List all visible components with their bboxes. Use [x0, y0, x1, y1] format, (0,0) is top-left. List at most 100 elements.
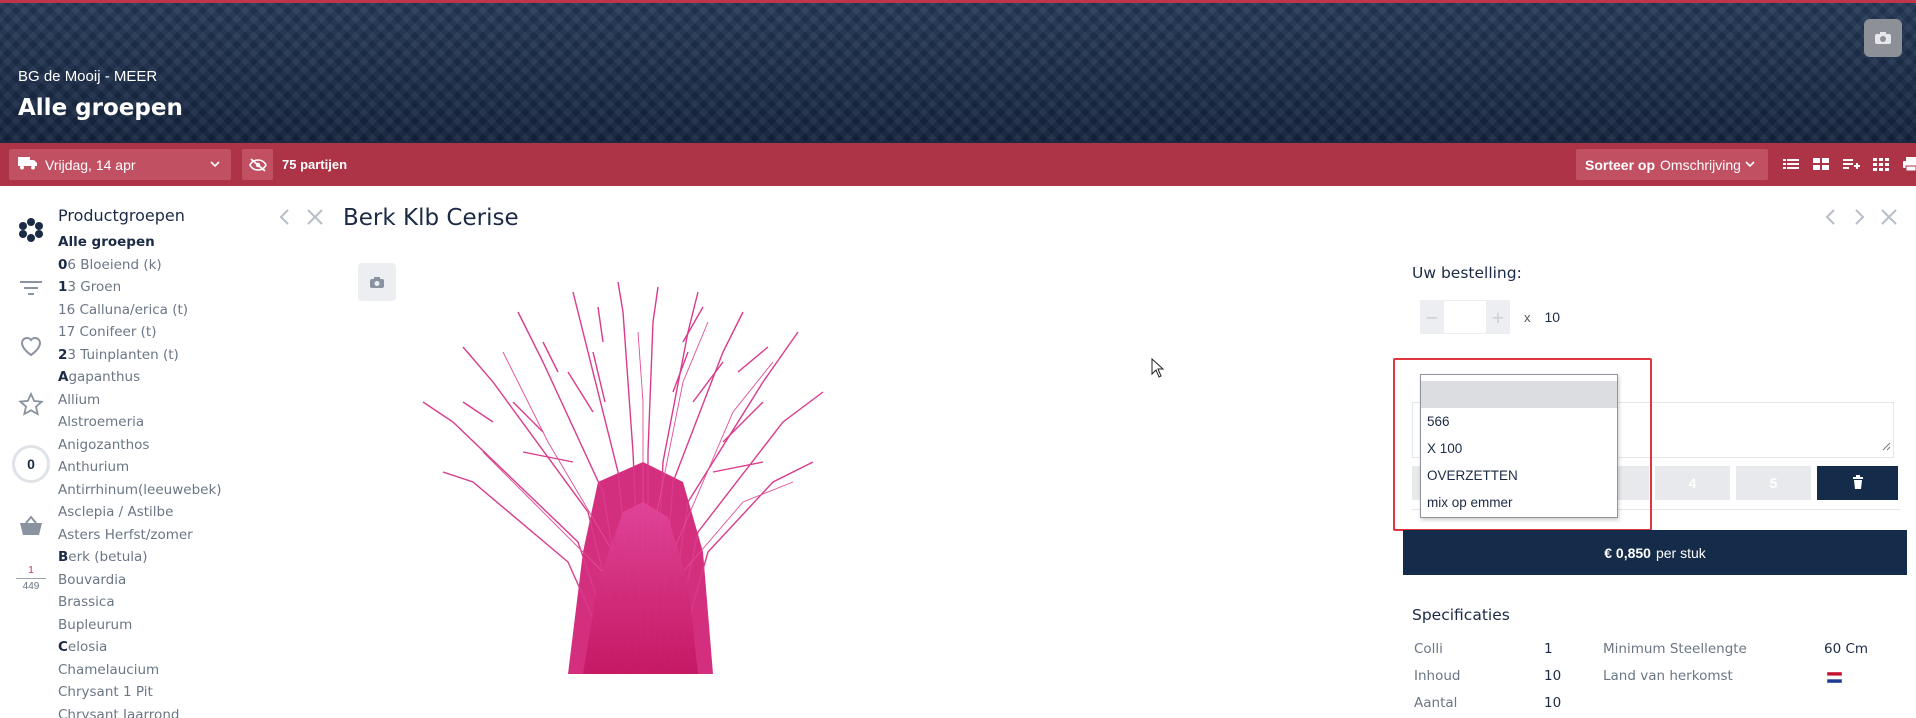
group-item[interactable]: Asclepia / Astilbe	[58, 501, 278, 524]
delete-button[interactable]	[1817, 466, 1898, 500]
dropdown-option-blank[interactable]	[1421, 381, 1617, 408]
basket-icon[interactable]	[13, 508, 49, 544]
qty-minus-button[interactable]: −	[1420, 300, 1444, 334]
heart-icon[interactable]	[13, 328, 49, 364]
group-item[interactable]: Brassica	[58, 591, 278, 614]
chevron-right-icon[interactable]	[1852, 208, 1866, 230]
group-item-label: Allium	[58, 391, 101, 408]
group-item[interactable]: 17 Conifeer (t)	[58, 321, 278, 344]
group-item[interactable]: Chrysant 1 Pit	[58, 681, 278, 704]
toolbar: Vrijdag, 14 apr 75 partijen Sorteer op O…	[0, 143, 1916, 186]
spec-label: Land van herkomst	[1603, 668, 1733, 684]
product-image	[343, 252, 979, 674]
group-nav	[278, 208, 324, 230]
grid-view-icon[interactable]	[1812, 156, 1830, 172]
group-item-label: Alstroemeria	[58, 414, 145, 430]
add-list-icon[interactable]	[1842, 156, 1860, 172]
group-item-label: Anthurium	[58, 459, 130, 475]
page-title: Alle groepen	[18, 95, 183, 121]
quick-button-5[interactable]: 5	[1736, 466, 1811, 500]
chevron-down-icon	[1744, 157, 1756, 173]
group-item-label: Chamelaucium	[58, 661, 160, 678]
group-item[interactable]: 16 Calluna/erica (t)	[58, 299, 278, 322]
group-item[interactable]: Chamelaucium	[58, 659, 278, 682]
hide-eye-icon[interactable]	[242, 149, 273, 180]
group-item[interactable]: Alstroemeria	[58, 411, 278, 434]
group-item-label: 6 Bloeiend (k)	[67, 256, 162, 273]
group-item-label: Bouvardia	[58, 571, 127, 588]
group-item-initial: A	[58, 369, 69, 385]
counter-badge[interactable]: 0	[12, 445, 50, 483]
group-item[interactable]: Agapanthus	[58, 366, 278, 389]
chevron-left-icon[interactable]	[278, 208, 292, 230]
group-item-initial: 1	[58, 279, 68, 295]
group-item-label: 17 Conifeer (t)	[58, 324, 157, 340]
group-item[interactable]: Asters Herfst/zomer	[58, 524, 278, 547]
flower-icon[interactable]	[13, 212, 49, 248]
order-price-button[interactable]: € 0,850 per stuk	[1403, 530, 1907, 575]
group-item-label: Chrysant 1 Pit	[58, 684, 153, 700]
group-item-label: Bupleurum	[58, 616, 133, 633]
dropdown-option[interactable]: OVERZETTEN	[1421, 462, 1617, 489]
specs-title: Specificaties	[1412, 606, 1510, 624]
group-item-initial: C	[58, 639, 68, 655]
group-item[interactable]: Antirrhinum(leeuwebek)	[58, 479, 278, 502]
spec-value: 1	[1544, 641, 1553, 657]
truck-icon	[18, 156, 38, 173]
group-item-label: Chrysant Jaarrond	[58, 706, 180, 718]
camera-icon[interactable]	[1864, 19, 1902, 57]
group-item[interactable]: Bupleurum	[58, 614, 278, 637]
close-icon[interactable]	[306, 208, 324, 230]
group-item-initial: 2	[58, 346, 68, 363]
group-item[interactable]: Bouvardia	[58, 569, 278, 592]
dropdown-option[interactable]: X 100	[1421, 435, 1617, 462]
lot-count: 75 partijen	[282, 157, 348, 172]
icon-rail: 0 1 449	[0, 186, 60, 718]
resize-handle-icon[interactable]	[1881, 436, 1891, 455]
qty-plus-button[interactable]: +	[1486, 300, 1510, 334]
date-label: Vrijdag, 14 apr	[45, 156, 136, 173]
chevron-left-icon[interactable]	[1824, 208, 1838, 230]
list-view-icon[interactable]	[1782, 156, 1800, 172]
print-icon[interactable]	[1902, 156, 1916, 172]
close-icon[interactable]	[1880, 208, 1898, 230]
group-item[interactable]: Chrysant Jaarrond	[58, 704, 278, 718]
sort-prefix: Sorteer op	[1585, 156, 1656, 173]
group-item[interactable]: 06 Bloeiend (k)	[58, 254, 278, 277]
table-view-icon[interactable]	[1872, 156, 1890, 172]
group-item[interactable]: Celosia	[58, 636, 278, 659]
filter-icon[interactable]	[13, 270, 49, 306]
group-item-label: erk (betula)	[68, 549, 148, 565]
spec-value: 10	[1544, 668, 1562, 684]
quick-button-4[interactable]: 4	[1655, 466, 1730, 500]
group-item[interactable]: Anthurium	[58, 456, 278, 479]
price-suffix: per stuk	[1655, 544, 1706, 561]
group-item[interactable]: 23 Tuinplanten (t)	[58, 344, 278, 367]
dropdown-option[interactable]: mix op emmer	[1421, 489, 1617, 516]
dropdown-option[interactable]: 566	[1421, 408, 1617, 435]
group-item-label: gapanthus	[68, 369, 141, 385]
group-item-label: 3 Groen	[67, 279, 122, 295]
page-header: BG de Mooij - MEER Alle groepen	[0, 0, 1916, 143]
date-select[interactable]: Vrijdag, 14 apr	[9, 149, 231, 180]
group-item[interactable]: Anigozanthos	[58, 434, 278, 457]
trash-icon	[1852, 474, 1864, 493]
remark-dropdown[interactable]: 566 X 100 OVERZETTEN mix op emmer	[1420, 374, 1618, 518]
group-item[interactable]: Berk (betula)	[58, 546, 278, 569]
group-item[interactable]: Alle groepen	[58, 231, 278, 254]
group-item-initial: 0	[58, 256, 68, 273]
star-icon[interactable]	[13, 386, 49, 422]
selection-fraction: 1 449	[12, 565, 50, 592]
group-item[interactable]: 13 Groen	[58, 276, 278, 299]
group-items: Alle groepen 06 Bloeiend (k) 13 Groen 16 Ca…	[58, 231, 278, 718]
chevron-down-icon	[209, 157, 221, 173]
sort-select[interactable]: Sorteer op Omschrijving	[1576, 149, 1768, 180]
qty-input[interactable]	[1444, 300, 1486, 334]
spec-label: Minimum Steellengte	[1603, 641, 1747, 657]
times-symbol: x	[1524, 309, 1531, 325]
camera-icon[interactable]	[358, 263, 396, 301]
order-label: Uw bestelling:	[1412, 264, 1522, 282]
group-item-label: elosia	[67, 639, 108, 655]
group-item[interactable]: Allium	[58, 389, 278, 412]
company-name: BG de Mooij - MEER	[18, 68, 158, 85]
